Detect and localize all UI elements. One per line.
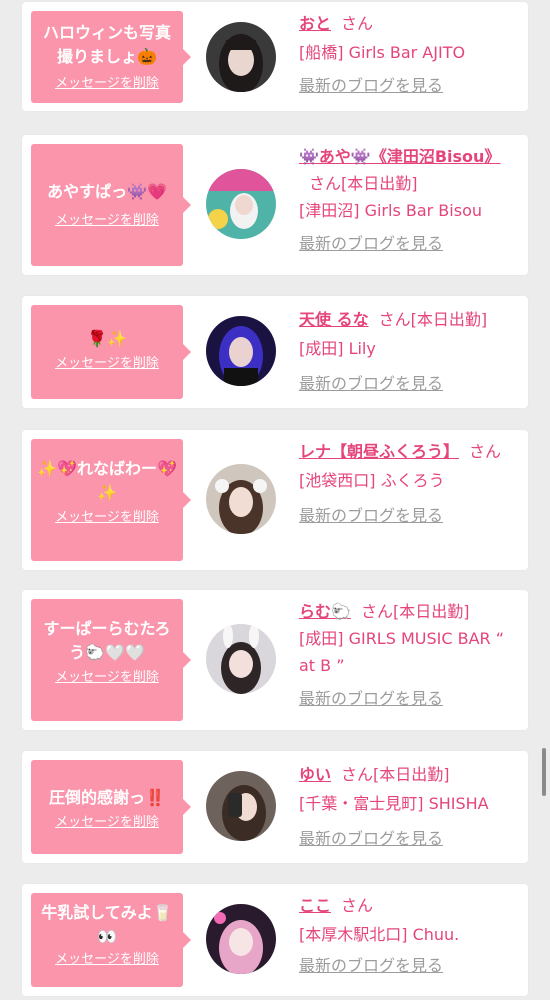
status-badge: [本日出勤] bbox=[392, 602, 470, 621]
delete-message-link[interactable]: メッセージを削除 bbox=[37, 355, 177, 373]
message-card: あやすぱっ👾💗 メッセージを削除 👾あや👾《津田沼Bisou》さん[本日出勤] … bbox=[22, 135, 528, 275]
avatar-photo-icon bbox=[206, 624, 276, 694]
message-card: 圧倒的感謝っ‼️ メッセージを削除 ゆい さん[本日出勤] [千葉・富士見町] S… bbox=[22, 751, 528, 863]
san-label: さん bbox=[360, 602, 393, 621]
girl-name-link[interactable]: ゆい bbox=[299, 765, 331, 784]
girl-info: おと さん [船橋] Girls Bar AJITO 最新のブログを見る bbox=[299, 10, 521, 99]
shop-name: [船橋] Girls Bar AJITO bbox=[299, 43, 466, 62]
avatar[interactable] bbox=[206, 624, 276, 694]
delete-message-link[interactable]: メッセージを削除 bbox=[37, 509, 177, 527]
girl-name-link[interactable]: らむ🐑 bbox=[299, 602, 351, 621]
message-card: ハロウィンも写真撮りましょ🎃 メッセージを削除 おと さん [船橋] Girls … bbox=[22, 2, 528, 111]
san-label: さん bbox=[309, 174, 342, 193]
avatar[interactable] bbox=[206, 169, 276, 239]
name-line: おと さん bbox=[299, 10, 521, 37]
message-card: すーぱーらむたろう🐑🤍🤍 メッセージを削除 らむ🐑 さん[本日出勤] [成田] G… bbox=[22, 590, 528, 730]
message-card: ✨💖れなばわー💖✨ メッセージを削除 レナ【朝昼ふくろう】 さん [池袋西口] ふ… bbox=[22, 430, 528, 570]
message-bubble: 🌹✨ メッセージを削除 bbox=[31, 305, 191, 399]
shop-name: [池袋西口] ふくろう bbox=[299, 471, 445, 490]
message-text: 圧倒的感謝っ‼️ bbox=[49, 788, 165, 807]
avatar-photo-icon bbox=[206, 771, 276, 841]
status-badge: [本日出勤] bbox=[341, 174, 418, 193]
message-bubble: すーぱーらむたろう🐑🤍🤍 メッセージを削除 bbox=[31, 599, 191, 721]
san-label: さん bbox=[341, 765, 374, 784]
name-line: レナ【朝昼ふくろう】 さん bbox=[299, 438, 521, 465]
avatar[interactable] bbox=[206, 904, 276, 974]
girl-name-link[interactable]: おと bbox=[299, 14, 331, 33]
name-line: ゆい さん[本日出勤] bbox=[299, 761, 521, 788]
delete-message-link[interactable]: メッセージを削除 bbox=[37, 814, 177, 832]
avatar[interactable] bbox=[206, 464, 276, 534]
san-label: さん bbox=[341, 896, 374, 915]
message-bubble: あやすぱっ👾💗 メッセージを削除 bbox=[31, 144, 191, 266]
girl-info: ここ さん [本厚木駅北口] Chuu. 最新のブログを見る bbox=[299, 892, 521, 979]
avatar-photo-icon bbox=[206, 904, 276, 974]
message-text: ✨💖れなばわー💖✨ bbox=[37, 459, 177, 502]
avatar[interactable] bbox=[206, 316, 276, 386]
girl-name-link[interactable]: 👾あや👾《津田沼Bisou》 bbox=[299, 147, 500, 166]
delete-message-link[interactable]: メッセージを削除 bbox=[37, 669, 177, 687]
message-card: 牛乳試してみよ🥛👀 メッセージを削除 ここ さん [本厚木駅北口] Chuu. 最… bbox=[22, 884, 528, 996]
avatar-photo-icon bbox=[206, 316, 276, 386]
latest-blog-link[interactable]: 最新のブログを見る bbox=[299, 952, 521, 979]
girl-info: 👾あや👾《津田沼Bisou》さん[本日出勤] [津田沼] Girls Bar B… bbox=[299, 143, 521, 257]
girl-name-link[interactable]: ここ bbox=[299, 896, 331, 915]
name-line: ここ さん bbox=[299, 892, 521, 919]
shop-name: [本厚木駅北口] Chuu. bbox=[299, 925, 460, 944]
girl-info: 天使 るな さん[本日出勤] [成田] Lily 最新のブログを見る bbox=[299, 306, 521, 397]
message-bubble: 圧倒的感謝っ‼️ メッセージを削除 bbox=[31, 760, 191, 854]
san-label: さん bbox=[469, 442, 502, 461]
avatar-photo-icon bbox=[206, 464, 276, 534]
shop-name: [成田] GIRLS MUSIC BAR “ at B ” bbox=[299, 629, 505, 675]
girl-info: ゆい さん[本日出勤] [千葉・富士見町] SHISHA 最新のブログを見る bbox=[299, 761, 521, 852]
shop-name: [千葉・富士見町] SHISHA bbox=[299, 794, 489, 813]
latest-blog-link[interactable]: 最新のブログを見る bbox=[299, 230, 521, 257]
avatar-photo-icon bbox=[206, 22, 276, 92]
girl-name-link[interactable]: レナ【朝昼ふくろう】 bbox=[299, 442, 459, 461]
girl-info: らむ🐑 さん[本日出勤] [成田] GIRLS MUSIC BAR “ at B … bbox=[299, 598, 521, 712]
shop-name: [成田] Lily bbox=[299, 339, 376, 358]
latest-blog-link[interactable]: 最新のブログを見る bbox=[299, 370, 521, 397]
scrollbar[interactable] bbox=[542, 748, 546, 796]
name-line: らむ🐑 さん[本日出勤] bbox=[299, 598, 521, 625]
name-line: 天使 るな さん[本日出勤] bbox=[299, 306, 521, 333]
latest-blog-link[interactable]: 最新のブログを見る bbox=[299, 502, 521, 529]
delete-message-link[interactable]: メッセージを削除 bbox=[37, 951, 177, 969]
message-bubble: 牛乳試してみよ🥛👀 メッセージを削除 bbox=[31, 893, 191, 987]
message-bubble: ✨💖れなばわー💖✨ メッセージを削除 bbox=[31, 439, 191, 561]
latest-blog-link[interactable]: 最新のブログを見る bbox=[299, 825, 521, 852]
shop-name: [津田沼] Girls Bar Bisou bbox=[299, 201, 482, 220]
name-line: 👾あや👾《津田沼Bisou》さん[本日出勤] bbox=[299, 143, 521, 197]
avatar[interactable] bbox=[206, 771, 276, 841]
status-badge: [本日出勤] bbox=[373, 765, 450, 784]
girl-info: レナ【朝昼ふくろう】 さん [池袋西口] ふくろう 最新のブログを見る bbox=[299, 438, 521, 529]
message-text: すーぱーらむたろう🐑🤍🤍 bbox=[43, 619, 171, 662]
san-label: さん bbox=[378, 310, 411, 329]
message-feed: ハロウィンも写真撮りましょ🎃 メッセージを削除 おと さん [船橋] Girls … bbox=[0, 0, 550, 1000]
latest-blog-link[interactable]: 最新のブログを見る bbox=[299, 72, 521, 99]
latest-blog-link[interactable]: 最新のブログを見る bbox=[299, 685, 521, 712]
girl-name-link[interactable]: 天使 るな bbox=[299, 310, 369, 329]
message-card: 🌹✨ メッセージを削除 天使 るな さん[本日出勤] [成田] Lily 最新のブ… bbox=[22, 296, 528, 408]
message-text: 牛乳試してみよ🥛👀 bbox=[41, 903, 173, 946]
avatar-photo-icon bbox=[206, 169, 276, 239]
status-badge: [本日出勤] bbox=[410, 310, 488, 329]
san-label: さん bbox=[341, 14, 374, 33]
message-bubble: ハロウィンも写真撮りましょ🎃 メッセージを削除 bbox=[31, 11, 191, 103]
message-text: ハロウィンも写真撮りましょ🎃 bbox=[42, 23, 171, 66]
message-text: あやすぱっ👾💗 bbox=[47, 182, 167, 201]
delete-message-link[interactable]: メッセージを削除 bbox=[37, 212, 177, 230]
avatar[interactable] bbox=[206, 22, 276, 92]
delete-message-link[interactable]: メッセージを削除 bbox=[37, 75, 177, 93]
message-text: 🌹✨ bbox=[87, 329, 127, 348]
